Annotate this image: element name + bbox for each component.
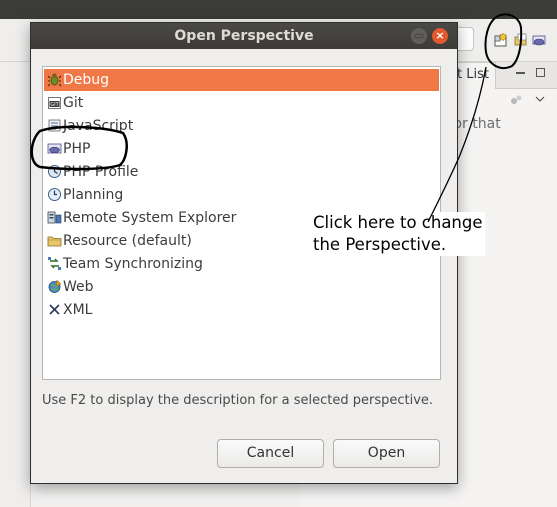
perspective-item-planning[interactable]: Planning (44, 184, 439, 206)
perspective-item-web[interactable]: Web (44, 276, 439, 298)
php-perspective-icon[interactable] (532, 33, 546, 47)
perspective-item-debug[interactable]: Debug (44, 69, 439, 91)
new-perspective-icon[interactable] (494, 33, 508, 47)
close-icon: × (435, 29, 445, 42)
php-icon (47, 143, 62, 154)
perspective-label: Debug (63, 72, 110, 88)
close-button[interactable]: × (432, 28, 448, 44)
minimize-icon: ▭ (413, 29, 425, 42)
perspective-label: Team Synchronizing (63, 256, 203, 272)
perspective-label: Planning (63, 187, 124, 203)
system-top-bar (0, 0, 557, 19)
annotation-line-2: the Perspective. (313, 235, 447, 254)
minimize-button[interactable]: ▭ (411, 28, 427, 44)
javascript-icon (48, 119, 61, 132)
perspective-label: PHP Profile (63, 164, 139, 180)
svg-text:GIT: GIT (50, 102, 59, 108)
minimize-view-icon[interactable] (516, 68, 525, 77)
planning-icon (48, 188, 61, 201)
remote-system-icon (47, 211, 62, 224)
php-profile-icon (48, 165, 61, 178)
annotation-line-1: Click here to change (313, 213, 483, 232)
dialog-title: Open Perspective (174, 28, 314, 44)
perspective-label: XML (63, 302, 93, 318)
team-sync-icon (48, 257, 61, 270)
annotation-callout: Click here to change the Perspective. (311, 212, 485, 256)
view-menu-icon[interactable] (535, 95, 545, 103)
perspective-item-xml[interactable]: XML (44, 299, 439, 321)
perspective-item-php[interactable]: PHP (44, 138, 439, 160)
dialog-description: Use F2 to display the description for a … (42, 393, 434, 408)
folder-icon (47, 236, 62, 247)
cancel-button[interactable]: Cancel (217, 439, 324, 468)
perspective-item-git[interactable]: GIT Git (44, 92, 439, 114)
open-button[interactable]: Open (333, 439, 440, 468)
resource-perspective-icon[interactable] (514, 33, 528, 47)
perspective-label: Git (63, 95, 84, 111)
web-icon (48, 279, 62, 293)
view-toolbar-icon[interactable] (510, 94, 524, 106)
maximize-view-icon[interactable] (536, 68, 545, 77)
bug-icon (47, 73, 62, 87)
perspective-item-team-synchronizing[interactable]: Team Synchronizing (44, 253, 439, 275)
perspective-item-javascript[interactable]: JavaScript (44, 115, 439, 137)
perspective-label: PHP (63, 141, 91, 157)
perspective-label: Web (63, 279, 94, 295)
git-icon: GIT (48, 97, 61, 109)
perspective-label: Resource (default) (63, 233, 192, 249)
xml-icon (49, 304, 60, 315)
perspective-item-php-profile[interactable]: PHP Profile (44, 161, 439, 183)
perspective-label: Remote System Explorer (63, 210, 237, 226)
perspective-label: JavaScript (63, 118, 134, 134)
dialog-titlebar[interactable]: Open Perspective ▭ × (31, 23, 457, 49)
left-editor-pane (0, 62, 31, 507)
